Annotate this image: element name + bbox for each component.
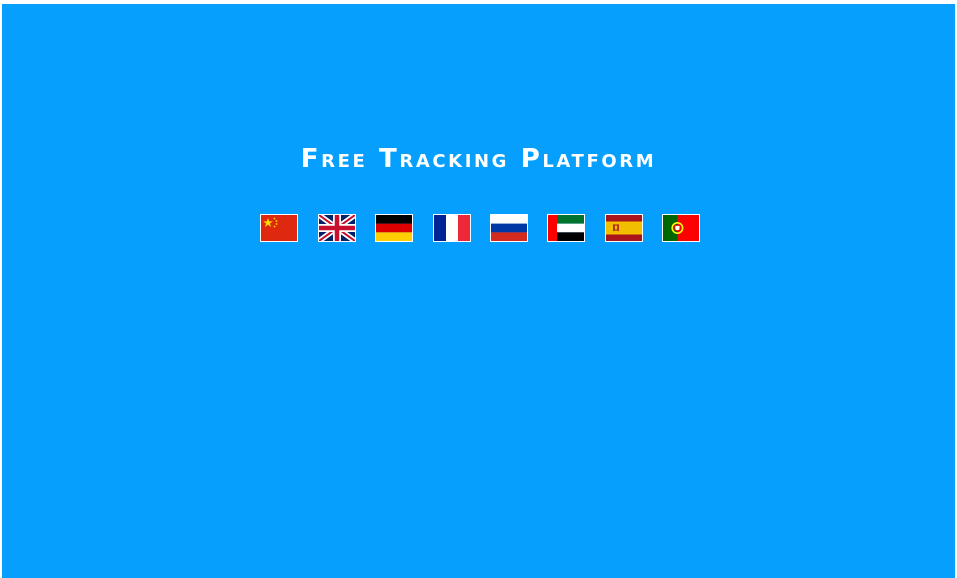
language-flag-german[interactable]	[375, 214, 413, 242]
russia-flag-icon	[491, 215, 527, 241]
language-flag-arabic[interactable]	[547, 214, 585, 242]
germany-flag-icon	[376, 215, 412, 241]
china-flag-icon	[261, 215, 297, 241]
language-flag-chinese[interactable]	[260, 214, 298, 242]
language-flag-english[interactable]	[318, 214, 356, 242]
spain-flag-icon	[606, 215, 642, 241]
uae-flag-icon	[548, 215, 584, 241]
landing-panel: Free Tracking Platform	[2, 4, 955, 578]
uk-flag-icon	[319, 215, 355, 241]
language-flag-french[interactable]	[433, 214, 471, 242]
language-flag-russian[interactable]	[490, 214, 528, 242]
france-flag-icon	[434, 215, 470, 241]
language-flag-portuguese[interactable]	[662, 214, 700, 242]
page-title: Free Tracking Platform	[300, 144, 657, 174]
portugal-flag-icon	[663, 215, 699, 241]
language-flag-spanish[interactable]	[605, 214, 643, 242]
